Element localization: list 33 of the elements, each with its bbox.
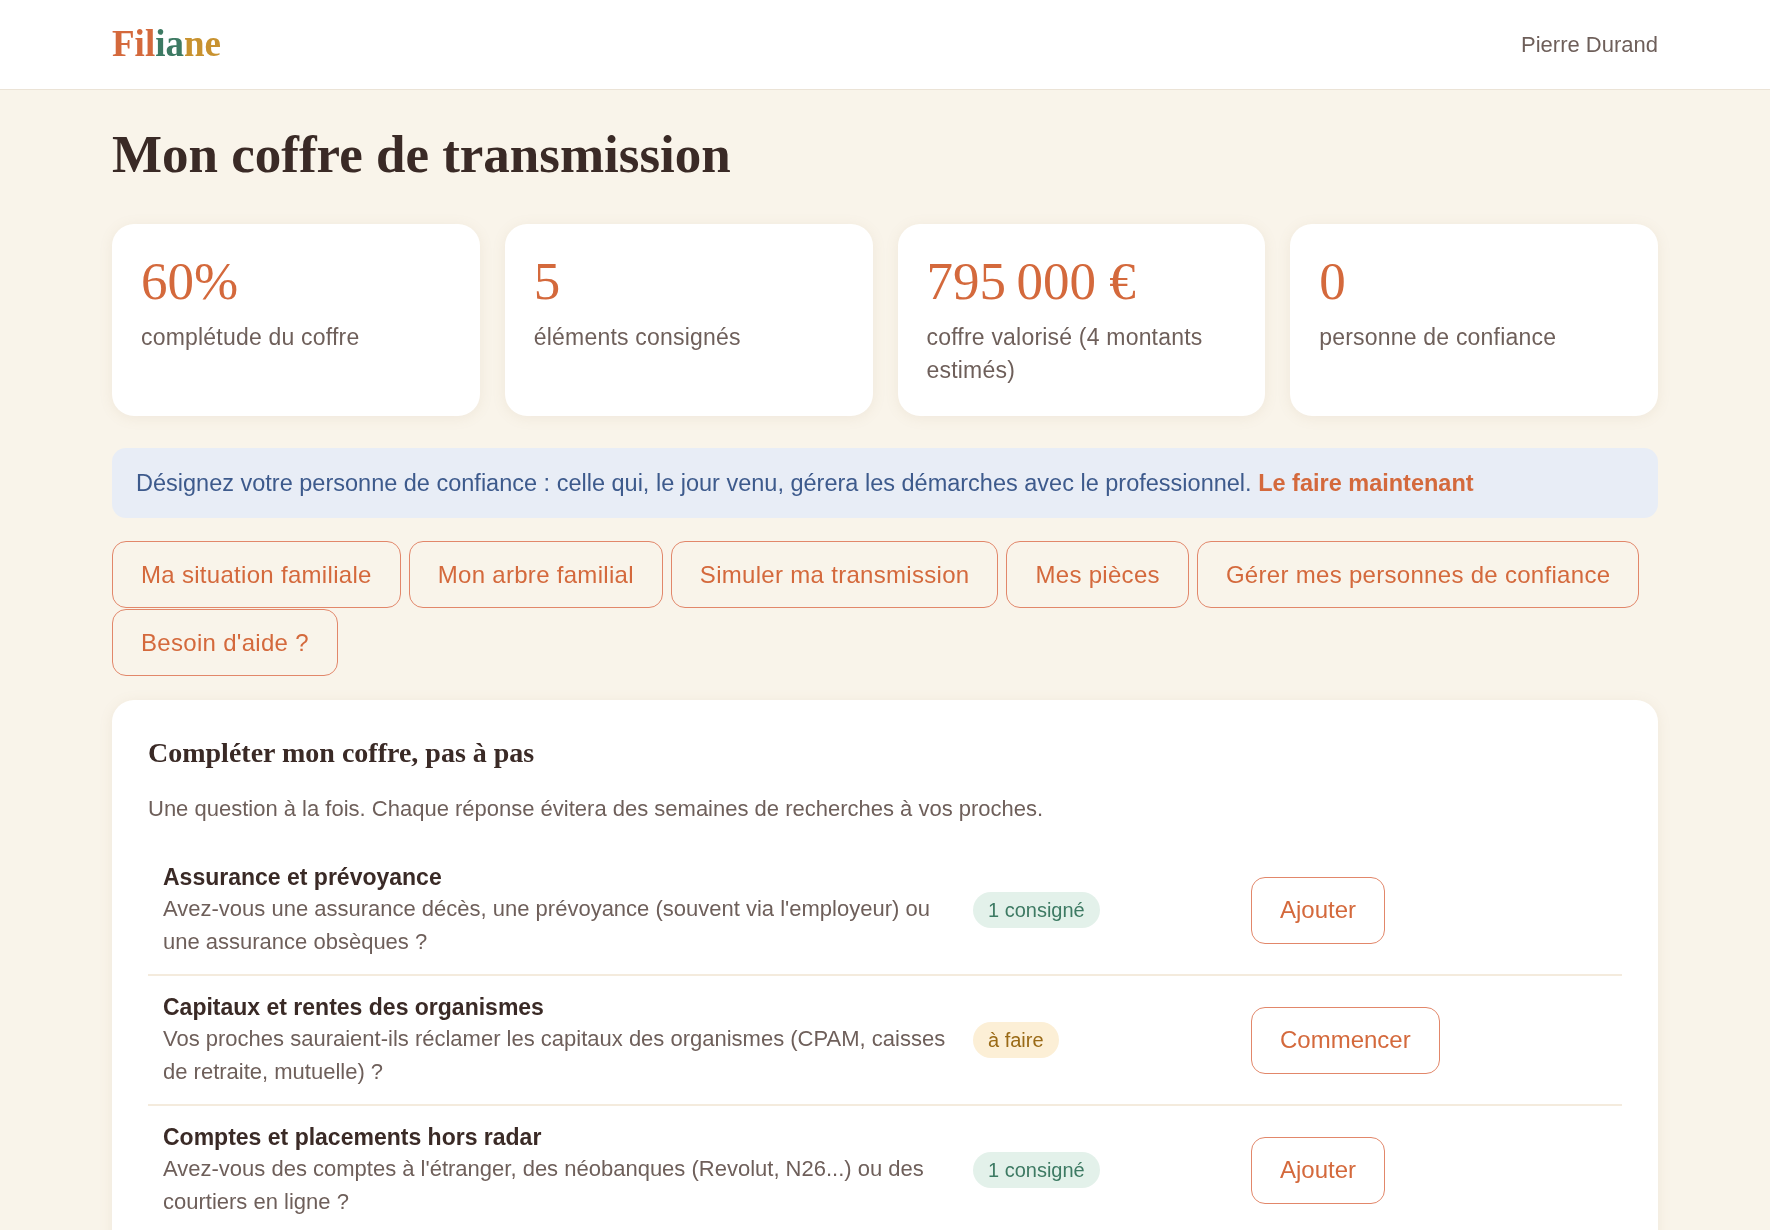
stat-label: coffre valorisé (4 montants estimés) xyxy=(926,323,1204,385)
stat-label: éléments consignés xyxy=(533,323,742,352)
step-title: Assurance et prévoyance xyxy=(163,863,443,892)
notice-text: Désignez votre personne de confiance : celle qui, le jour venu, gérera les démarches avec le professionnel. Le faire maintenant xyxy=(136,469,1475,498)
notice-link[interactable]: Le faire maintenant xyxy=(1258,470,1474,496)
step-question: Avez-vous une assurance décès, une prévoyance (souvent via l'employeur) ou une assurance obsèques ? xyxy=(163,895,931,956)
status-badge: 1 consigné xyxy=(973,892,1100,928)
logo[interactable]: Filiane xyxy=(112,24,221,65)
action-button[interactable]: Besoin d'aide ? xyxy=(112,609,338,676)
step-question: Avez-vous des comptes à l'étranger, des néobanques (Revolut, N26...) ou des courtiers en ligne ? xyxy=(163,1155,925,1216)
action-button[interactable]: Mon arbre familial xyxy=(408,541,663,608)
step-title: Capitaux et rentes des organismes xyxy=(163,993,545,1022)
stat-value: 60% xyxy=(141,251,240,311)
action-button[interactable]: Mes pièces xyxy=(1006,541,1189,608)
status-badge: 1 consigné xyxy=(973,1152,1100,1188)
stat-value: 795 000 € xyxy=(926,251,1137,311)
status-badge: à faire xyxy=(973,1022,1059,1058)
step-title: Comptes et placements hors radar xyxy=(163,1123,543,1152)
step-question: Vos proches sauraient-ils réclamer les capitaux des organismes (CPAM, caisses de retraite, mutuelle) ? xyxy=(163,1025,947,1086)
step-action-button[interactable]: Ajouter xyxy=(1251,876,1386,944)
step-action-button[interactable]: Ajouter xyxy=(1251,1136,1386,1204)
stat-value: 0 xyxy=(1319,251,1347,311)
step-action-button[interactable]: Commencer xyxy=(1251,1006,1440,1074)
page-title: Mon coffre de transmission xyxy=(112,124,732,184)
stat-value: 5 xyxy=(533,251,562,311)
steps-subtitle: Une question à la fois. Chaque réponse évitera des semaines de recherches à vos proches. xyxy=(148,795,1045,823)
action-button[interactable]: Gérer mes personnes de confiance xyxy=(1196,541,1640,608)
stat-label: complétude du coffre xyxy=(141,323,361,352)
steps-title: Compléter mon coffre, pas à pas xyxy=(148,736,536,770)
stat-label: personne de confiance xyxy=(1319,323,1558,352)
action-button[interactable]: Simuler ma transmission xyxy=(670,541,999,608)
action-button[interactable]: Ma situation familiale xyxy=(112,541,401,608)
user-name[interactable]: Pierre Durand xyxy=(1521,31,1658,58)
